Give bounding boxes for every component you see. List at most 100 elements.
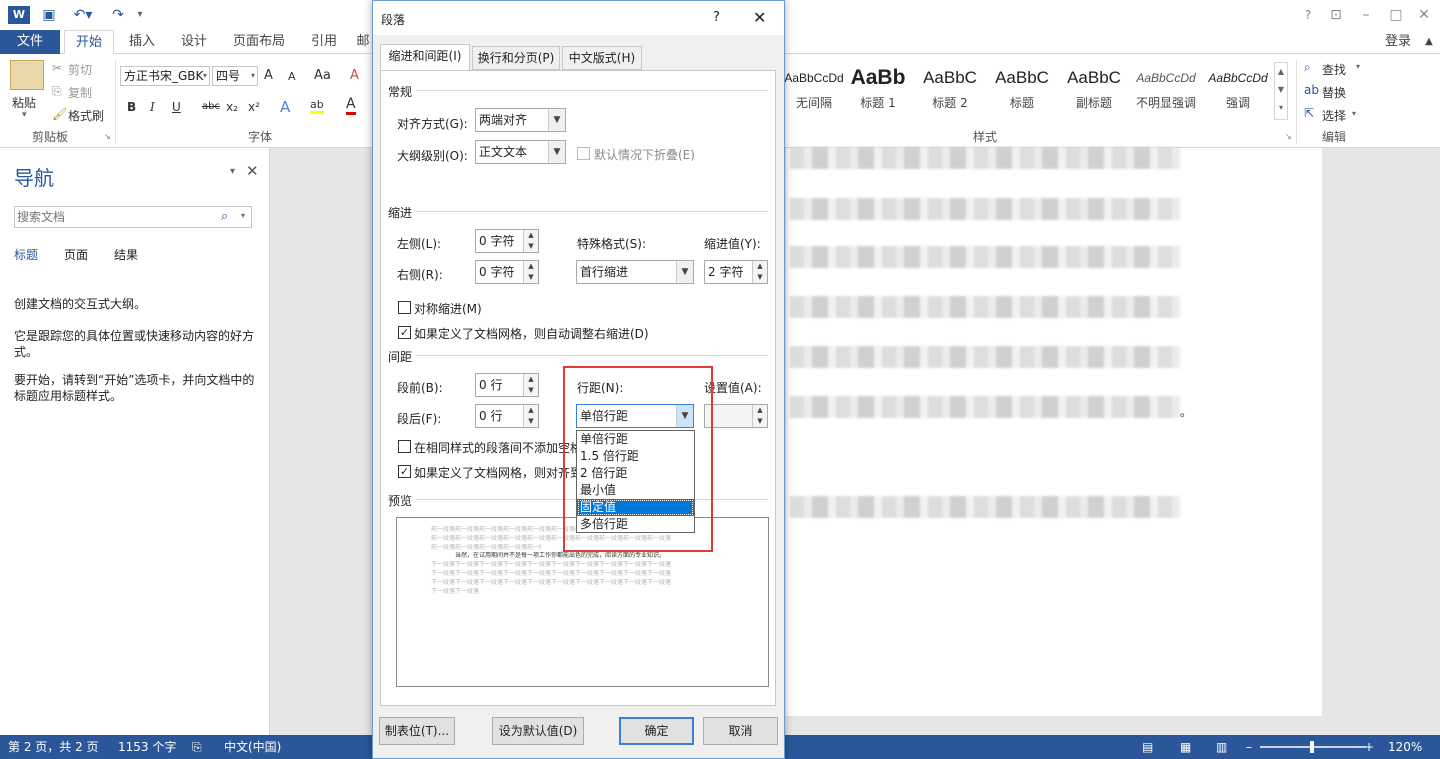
spinner-icon[interactable]: ▲ ▼ xyxy=(752,405,767,427)
cut-button[interactable]: 剪切 xyxy=(68,61,92,78)
proofing-icon[interactable]: ⎘ xyxy=(192,735,202,759)
spinner-icon[interactable]: ▲ ▼ xyxy=(523,261,538,283)
chevron-down-icon[interactable]: ▾ xyxy=(1356,62,1360,71)
set-default-button[interactable]: 设为默认值(D) xyxy=(492,717,584,745)
underline-button[interactable]: U xyxy=(172,100,181,114)
tab-references[interactable]: 引用 xyxy=(302,30,346,54)
word-count[interactable]: 1153 个字 xyxy=(118,735,176,759)
style-no-spacing[interactable]: AaBbCcDd 无间隔 xyxy=(778,62,850,118)
subscript-button[interactable]: x₂ xyxy=(226,100,238,114)
paste-button[interactable]: 粘贴 xyxy=(12,94,36,111)
snap-to-grid-checkbox[interactable]: ✓ xyxy=(398,465,411,478)
chevron-down-icon[interactable]: ▾ xyxy=(1352,109,1356,118)
tab-insert[interactable]: 插入 xyxy=(120,30,164,54)
tab-design[interactable]: 设计 xyxy=(172,30,216,54)
redo-icon[interactable]: ↷ xyxy=(108,4,128,26)
ok-button[interactable]: 确定 xyxy=(619,717,694,745)
help-button[interactable]: ? xyxy=(1300,4,1316,26)
spinner-icon[interactable]: ▲ ▼ xyxy=(752,261,767,283)
style-subtitle[interactable]: AaBbC 副标题 xyxy=(1058,62,1130,118)
spinner-icon[interactable]: ▲ ▼ xyxy=(523,230,538,252)
shrink-font-button[interactable]: A xyxy=(288,70,296,83)
zoom-slider-thumb[interactable] xyxy=(1310,741,1314,753)
superscript-button[interactable]: x² xyxy=(248,100,260,114)
replace-button[interactable]: 替换 xyxy=(1322,84,1346,101)
tab-file[interactable]: 文件 xyxy=(0,30,60,54)
nav-tab-pages[interactable]: 页面 xyxy=(64,246,88,263)
ribbon-display-icon[interactable]: ⊡ xyxy=(1326,4,1346,26)
dialog-close-icon[interactable]: ✕ xyxy=(753,8,766,27)
select-button[interactable]: 选择 xyxy=(1322,107,1346,124)
style-emphasis[interactable]: AaBbCcDd 强调 xyxy=(1202,62,1274,118)
tab-indents-spacing[interactable]: 缩进和间距(I) xyxy=(380,44,470,70)
font-name-combo[interactable]: 方正书宋_GBK ▾ xyxy=(120,66,210,86)
spinner-icon[interactable]: ▲ ▼ xyxy=(523,374,538,396)
tab-home[interactable]: 开始 xyxy=(64,30,114,55)
page-count[interactable]: 第 2 页，共 2 页 xyxy=(8,735,99,759)
strikethrough-button[interactable]: abc xyxy=(202,101,220,112)
tabs-button[interactable]: 制表位(T)... xyxy=(379,717,455,745)
clipboard-launcher-icon[interactable]: ↘ xyxy=(104,132,111,141)
close-icon[interactable]: ✕ xyxy=(1414,4,1434,26)
search-icon[interactable]: ⌕ xyxy=(221,209,228,224)
paste-chevron-icon[interactable]: ▾ xyxy=(22,110,27,120)
indent-left-input[interactable]: 0 字符 ▲ ▼ xyxy=(475,229,539,253)
style-subtle-emphasis[interactable]: AaBbCcDd 不明显强调 xyxy=(1130,62,1202,118)
nav-tab-headings[interactable]: 标题 xyxy=(14,246,38,263)
no-space-same-style-checkbox[interactable] xyxy=(398,440,411,453)
font-color-button[interactable]: A xyxy=(346,96,356,115)
tab-mailings[interactable]: 邮 xyxy=(354,30,372,54)
mirror-indents-checkbox[interactable] xyxy=(398,301,411,314)
styles-scroll-icon[interactable]: ▲ ▼ ▾ xyxy=(1274,62,1288,120)
tab-asian-typography[interactable]: 中文版式(H) xyxy=(562,46,642,70)
font-size-combo[interactable]: 四号 ▾ xyxy=(212,66,258,86)
outline-level-select[interactable]: 正文文本 ▼ xyxy=(475,140,566,164)
nav-search-box[interactable]: ⌕ ▾ xyxy=(14,206,252,228)
auto-adjust-indent-checkbox[interactable]: ✓ xyxy=(398,326,411,339)
bold-button[interactable]: B xyxy=(127,100,136,114)
special-indent-select[interactable]: 首行缩进 ▼ xyxy=(576,260,694,284)
at-input[interactable]: ▲ ▼ xyxy=(704,404,768,428)
chevron-down-icon[interactable]: ▾ xyxy=(241,211,245,220)
collapse-ribbon-icon[interactable]: ▲ xyxy=(1420,30,1438,54)
tab-page-layout[interactable]: 页面布局 xyxy=(224,30,294,54)
spinner-icon[interactable]: ▲ ▼ xyxy=(523,405,538,427)
italic-button[interactable]: I xyxy=(150,100,155,114)
nav-options-icon[interactable]: ▾ xyxy=(230,166,235,177)
maximize-icon[interactable]: □ xyxy=(1386,4,1406,26)
dialog-help-button[interactable]: ? xyxy=(713,10,720,25)
space-before-input[interactable]: 0 行 ▲ ▼ xyxy=(475,373,539,397)
indent-by-input[interactable]: 2 字符 ▲ ▼ xyxy=(704,260,768,284)
style-heading-1[interactable]: AaBb 标题 1 xyxy=(842,62,914,118)
copy-button[interactable]: 复制 xyxy=(68,84,92,101)
customize-qat-icon[interactable]: ▾ xyxy=(132,4,148,26)
tab-line-page-breaks[interactable]: 换行和分页(P) xyxy=(472,46,560,70)
text-effects-button[interactable]: A xyxy=(280,98,290,116)
clear-format-button[interactable]: A xyxy=(350,68,359,83)
zoom-out-icon[interactable]: – xyxy=(1246,735,1252,759)
paste-icon[interactable] xyxy=(10,60,44,90)
read-mode-icon[interactable]: ▤ xyxy=(1142,735,1153,759)
language-status[interactable]: 中文(中国) xyxy=(224,735,281,759)
change-case-button[interactable]: Aa xyxy=(314,68,331,83)
save-icon[interactable]: ▣ xyxy=(38,4,60,26)
minimize-icon[interactable]: – xyxy=(1356,4,1376,26)
login-link[interactable]: 登录 xyxy=(1376,30,1420,54)
space-after-input[interactable]: 0 行 ▲ ▼ xyxy=(475,404,539,428)
undo-icon[interactable]: ↶▾ xyxy=(68,4,98,26)
format-painter-button[interactable]: 格式刷 xyxy=(68,107,104,124)
grow-font-button[interactable]: A xyxy=(264,68,273,83)
print-layout-icon[interactable]: ▦ xyxy=(1180,735,1191,759)
find-button[interactable]: 查找 xyxy=(1322,61,1346,78)
style-heading-2[interactable]: AaBbC 标题 2 xyxy=(914,62,986,118)
document-page[interactable] xyxy=(786,148,1322,716)
zoom-level[interactable]: 120% xyxy=(1388,735,1422,759)
collapse-default-checkbox[interactable] xyxy=(577,147,590,160)
highlight-button[interactable]: ab xyxy=(310,98,324,114)
indent-right-input[interactable]: 0 字符 ▲ ▼ xyxy=(475,260,539,284)
cancel-button[interactable]: 取消 xyxy=(703,717,778,745)
alignment-select[interactable]: 两端对齐 ▼ xyxy=(475,108,566,132)
web-layout-icon[interactable]: ▥ xyxy=(1216,735,1227,759)
nav-tab-results[interactable]: 结果 xyxy=(114,246,138,263)
nav-close-icon[interactable]: ✕ xyxy=(246,162,259,180)
